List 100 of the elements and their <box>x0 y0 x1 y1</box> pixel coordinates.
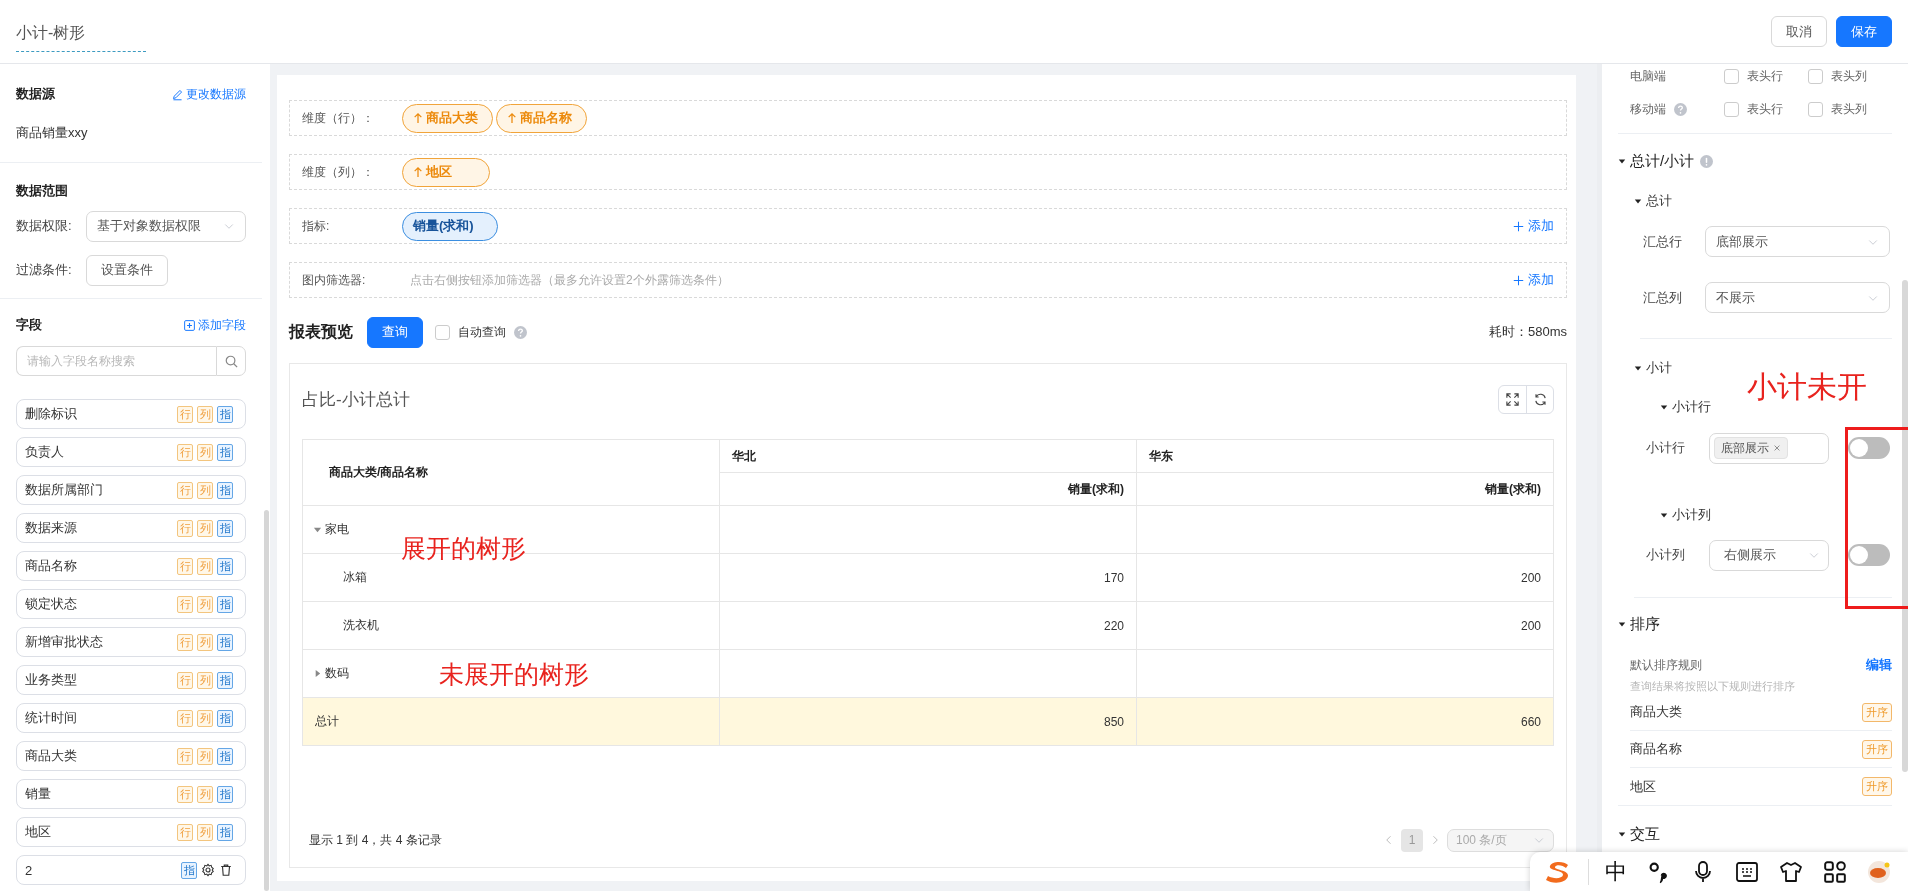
section-heading[interactable]: 交互 <box>1630 824 1660 844</box>
field-item[interactable]: 统计时间 行 列 指 <box>16 703 246 733</box>
field-name: 地区 <box>25 823 51 841</box>
tree-node-label[interactable]: 数码 <box>325 666 349 680</box>
measure-tag[interactable]: 指 <box>217 633 233 651</box>
arrow-up-icon <box>507 112 517 124</box>
keyboard-icon[interactable] <box>1735 859 1759 884</box>
avatar-icon[interactable] <box>1867 859 1891 884</box>
field-name: 商品名称 <box>25 557 77 575</box>
caret-icon[interactable] <box>1634 364 1642 372</box>
measure-tag[interactable]: 指 <box>217 481 233 499</box>
select-field[interactable]: 基于对象数据权限 <box>86 210 246 242</box>
caret-icon[interactable] <box>1634 197 1642 205</box>
field-item[interactable]: 负责人 行 列 指 <box>16 437 246 467</box>
field-item[interactable]: 数据来源 行 列 指 <box>16 513 246 543</box>
field-label: 数据权限: <box>16 217 73 235</box>
input-mode-button[interactable]: 中 <box>1605 856 1627 887</box>
checkbox[interactable]: 表头列 <box>1808 67 1892 85</box>
select-field[interactable]: 底部展示 <box>1705 226 1890 257</box>
add-field-link[interactable]: 添加字段 <box>183 316 246 334</box>
measure-tag[interactable]: 指 <box>217 443 233 461</box>
drop-zone[interactable]: 指标: 销量(求和) 添加 <box>289 208 1567 244</box>
report-name: 占比-小计总计 <box>302 388 410 411</box>
measure-tag[interactable]: 指 <box>181 861 197 879</box>
dimension-pill[interactable]: 地区 <box>402 157 490 187</box>
field-item[interactable]: 数据所属部门 行 列 指 <box>16 475 246 505</box>
checkbox[interactable]: 表头列 <box>1808 100 1892 118</box>
field-item[interactable]: 锁定状态 行 列 指 <box>16 589 246 619</box>
query-button[interactable]: 查询 <box>367 316 423 348</box>
selected-tag[interactable]: 底部展示 <box>1714 437 1788 459</box>
measure-tag[interactable]: 指 <box>217 747 233 765</box>
select-field[interactable]: 右侧展示 <box>1709 539 1829 571</box>
edit-link[interactable]: 编辑 <box>1866 656 1892 674</box>
section-heading[interactable]: 排序 <box>1630 614 1660 634</box>
change-source-link[interactable]: 更改数据源 <box>171 85 246 103</box>
field-item[interactable]: 删除标识 行 列 指 <box>16 399 246 429</box>
checkbox[interactable]: 表头行 <box>1724 67 1809 85</box>
setting-label: 小计列 <box>1646 546 1686 564</box>
add-link[interactable]: 添加 <box>1513 217 1554 235</box>
page-button[interactable]: 1 <box>1401 828 1423 852</box>
field-item[interactable]: 销量 行 列 指 <box>16 779 246 809</box>
cancel-button[interactable]: 取消 <box>1771 16 1827 47</box>
dimension-pill[interactable]: 商品大类 <box>402 103 493 133</box>
toggle-switch[interactable] <box>1848 544 1890 566</box>
field-item[interactable]: 新增审批状态 行 列 指 <box>16 627 246 657</box>
section-heading[interactable]: 小计行 <box>1672 398 1711 416</box>
section-heading[interactable]: 小计列 <box>1672 506 1711 524</box>
drop-zone[interactable]: 维度（列）： 地区 <box>289 154 1567 190</box>
scrollbar-thumb[interactable] <box>263 510 269 891</box>
caret-icon[interactable] <box>1618 830 1626 838</box>
field-item[interactable]: 商品名称 行 列 指 <box>16 551 246 581</box>
plus-icon <box>1513 220 1524 232</box>
measure-pill[interactable]: 销量(求和) <box>402 211 498 241</box>
section-heading[interactable]: 总计/小计 <box>1630 151 1695 171</box>
field-item[interactable]: 地区 行 列 指 <box>16 817 246 847</box>
tree-node-label[interactable]: 家电 <box>325 522 349 536</box>
grid-icon[interactable] <box>1823 859 1847 884</box>
drop-zone[interactable]: 图内筛选器: 点击右侧按钮添加筛选器（最多允许设置2个外露筛选条件） 添加 <box>289 262 1567 298</box>
measure-tag[interactable]: 指 <box>217 823 233 841</box>
field-item[interactable]: 业务类型 行 列 指 <box>16 665 246 695</box>
save-button[interactable]: 保存 <box>1836 16 1892 47</box>
drop-zone[interactable]: 维度（行）： 商品大类 商品名称 <box>289 100 1567 136</box>
field-item[interactable]: 2 指 <box>16 855 246 885</box>
caret-icon[interactable] <box>1618 157 1626 165</box>
add-link[interactable]: 添加 <box>1513 271 1554 289</box>
zone-label: 维度（行）： <box>302 109 375 127</box>
report-title[interactable]: 小计-树形 <box>16 19 146 52</box>
close-icon[interactable] <box>1773 444 1781 452</box>
sort-field: 地区 <box>1630 777 1656 796</box>
scrollbar-thumb[interactable] <box>1902 280 1908 772</box>
dimension-pill[interactable]: 商品名称 <box>496 103 587 133</box>
search-field[interactable]: 请输入字段名称搜索 <box>16 346 216 376</box>
measure-tag[interactable]: 指 <box>217 519 233 537</box>
toggle-switch[interactable] <box>1848 437 1890 459</box>
checkbox[interactable]: 自动查询 <box>435 323 506 341</box>
measure-tag[interactable]: 指 <box>217 709 233 727</box>
caret-icon[interactable] <box>1618 620 1626 628</box>
search-icon[interactable] <box>223 353 239 369</box>
measure-tag[interactable]: 指 <box>217 557 233 575</box>
hint-text: 查询结果将按照以下规则进行排序 <box>1629 679 1796 694</box>
field-item[interactable]: 商品大类 行 列 指 <box>16 741 246 771</box>
zone-label: 指标: <box>302 217 331 235</box>
table-cell: 220 <box>719 601 1137 650</box>
caret-icon[interactable] <box>1660 511 1668 519</box>
caret-icon[interactable] <box>1660 403 1668 411</box>
section-heading[interactable]: 小计 <box>1646 359 1672 377</box>
checkbox[interactable]: 表头行 <box>1724 100 1809 118</box>
select-field[interactable]: 不展示 <box>1705 282 1890 313</box>
trash-icon[interactable] <box>219 863 233 877</box>
tag-select[interactable]: 底部展示 <box>1709 432 1829 464</box>
measure-tag[interactable]: 指 <box>217 405 233 423</box>
measure-tag[interactable]: 指 <box>217 595 233 613</box>
shirt-icon[interactable] <box>1779 859 1803 884</box>
measure-tag[interactable]: 指 <box>217 785 233 803</box>
settings-icon[interactable] <box>201 863 215 877</box>
measure-tag[interactable]: 指 <box>217 671 233 689</box>
set-condition-button[interactable]: 设置条件 <box>86 254 168 286</box>
section-heading[interactable]: 总计 <box>1646 192 1672 210</box>
field-name: 业务类型 <box>25 671 77 689</box>
sort-field: 商品大类 <box>1630 703 1682 721</box>
